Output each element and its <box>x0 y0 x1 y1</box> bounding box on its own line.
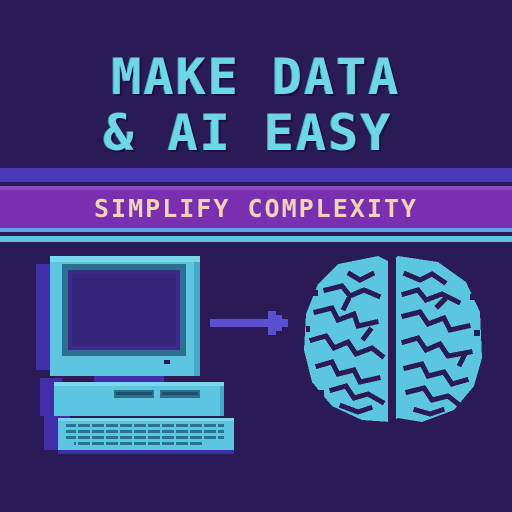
stripe-top <box>0 168 512 182</box>
retro-computer-icon <box>34 256 244 470</box>
headline-line-2: & AI EASY <box>103 104 393 162</box>
stripe-bottom <box>0 236 512 242</box>
poster: MAKE DATA & AI EASY SIMPLIFY COMPLEXITY <box>0 0 512 512</box>
subheadline: SIMPLIFY COMPLEXITY <box>94 194 418 223</box>
arrow-right-icon <box>210 308 294 342</box>
brain-icon <box>298 250 488 434</box>
headline-line-1: MAKE DATA <box>111 48 401 106</box>
